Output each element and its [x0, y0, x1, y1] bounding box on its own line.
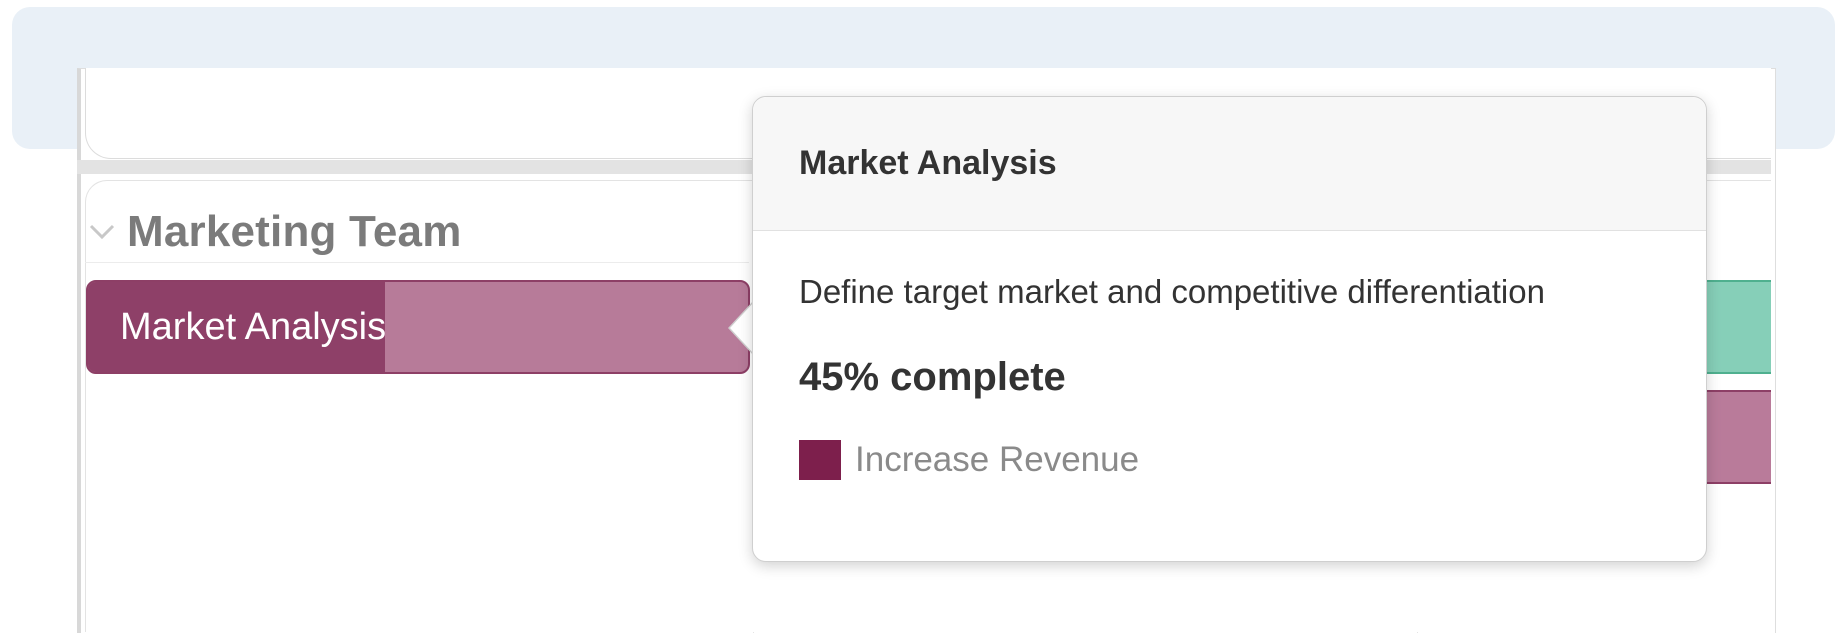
goal-label: Increase Revenue — [855, 440, 1140, 479]
tooltip-arrow-fill — [730, 302, 754, 354]
tooltip-header: Market Analysis — [753, 97, 1706, 231]
goal-color-swatch — [799, 440, 841, 480]
task-bar-market-analysis[interactable]: Market Analysis — [86, 280, 750, 374]
chevron-down-icon[interactable] — [85, 215, 119, 249]
tooltip-title: Market Analysis — [799, 144, 1057, 182]
group-header[interactable]: Marketing Team — [85, 202, 749, 263]
group-title: Marketing Team — [127, 207, 462, 256]
tooltip-description: Define target market and competitive dif… — [799, 273, 1545, 310]
tooltip-progress-text: 45% complete — [799, 355, 1066, 399]
task-bar-label: Market Analysis — [120, 305, 387, 348]
tooltip-body: Define target market and competitive dif… — [753, 231, 1706, 480]
task-tooltip: Market Analysis Define target market and… — [752, 96, 1707, 562]
goal-row: Increase Revenue — [799, 440, 1660, 480]
